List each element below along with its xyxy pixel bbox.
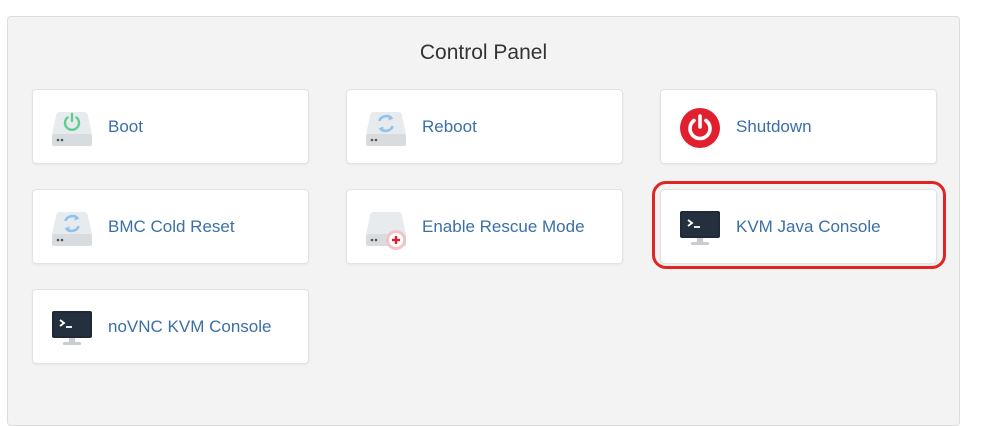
- drive-reset-icon: [52, 212, 92, 246]
- kvm-java-console-label: KVM Java Console: [736, 217, 881, 236]
- enable-rescue-mode-label: Enable Rescue Mode: [422, 217, 585, 236]
- novnc-kvm-console-button[interactable]: noVNC KVM Console: [32, 289, 309, 364]
- bmc-cold-reset-label: BMC Cold Reset: [108, 217, 235, 236]
- shutdown-button[interactable]: Shutdown: [660, 89, 937, 164]
- shutdown-icon: [680, 108, 720, 148]
- novnc-kvm-console-label: noVNC KVM Console: [108, 317, 272, 336]
- boot-label: Boot: [108, 117, 143, 136]
- boot-button[interactable]: Boot: [32, 89, 309, 164]
- drive-power-icon: [52, 112, 92, 146]
- kvm-java-console-button[interactable]: KVM Java Console: [660, 189, 937, 264]
- monitor-terminal-icon: [680, 211, 720, 245]
- monitor-terminal-icon: [52, 311, 92, 345]
- enable-rescue-mode-button[interactable]: Enable Rescue Mode: [346, 189, 623, 264]
- drive-rescue-icon: [366, 212, 406, 250]
- reboot-button[interactable]: Reboot: [346, 89, 623, 164]
- reboot-label: Reboot: [422, 117, 477, 136]
- bmc-cold-reset-button[interactable]: BMC Cold Reset: [32, 189, 309, 264]
- shutdown-label: Shutdown: [736, 117, 812, 136]
- drive-reboot-icon: [366, 112, 406, 146]
- panel-title: Control Panel: [419, 41, 548, 64]
